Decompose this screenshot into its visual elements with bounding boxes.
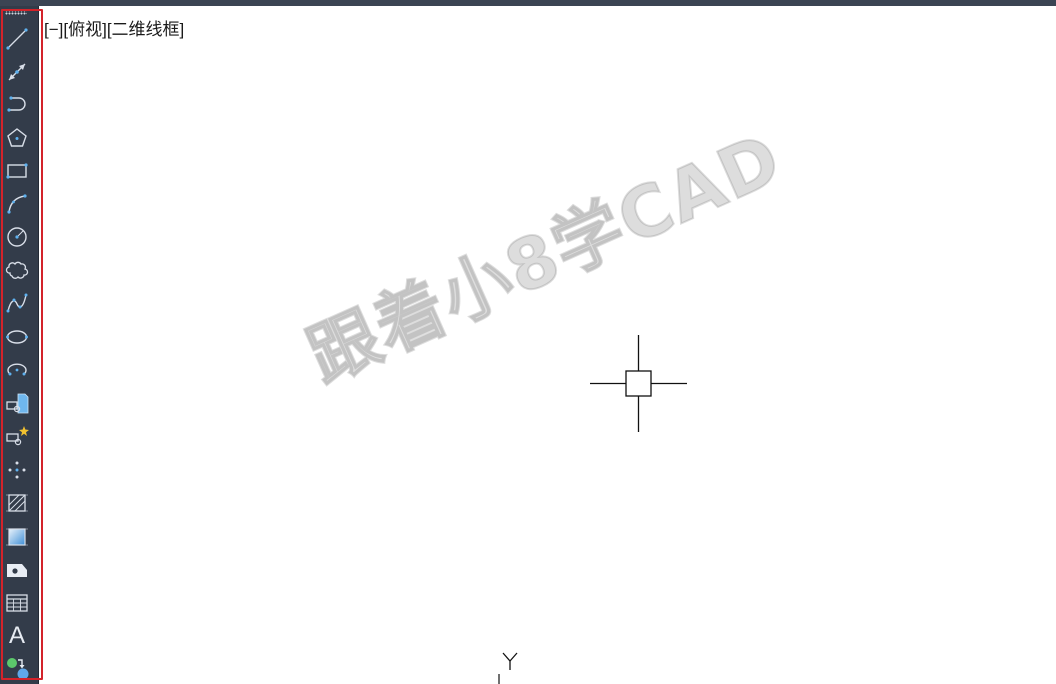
toolbar-grip-handle[interactable] <box>5 9 27 15</box>
hatch-tool-button[interactable] <box>4 490 30 516</box>
line-icon <box>6 28 28 50</box>
arc-icon <box>7 194 27 214</box>
rectangle-icon <box>6 163 28 179</box>
polyline-icon <box>7 96 26 112</box>
point-icon <box>8 461 26 479</box>
ucs-axis-icon <box>498 652 518 684</box>
construction-line-icon <box>8 63 26 81</box>
table-tool-button[interactable] <box>4 590 30 616</box>
crosshair-cursor <box>590 335 687 432</box>
point-tool-button[interactable] <box>4 457 30 483</box>
rectangle-tool-button[interactable] <box>4 158 30 184</box>
viewport-controls-label[interactable]: [−][俯视][二维线框] <box>44 15 184 40</box>
construction-line-tool-button[interactable] <box>4 59 30 85</box>
create-block-icon <box>6 426 29 446</box>
circle-icon <box>7 227 27 247</box>
add-selected-tool-button[interactable] <box>4 655 30 681</box>
insert-block-tool-button[interactable] <box>4 391 30 417</box>
text-icon: A <box>8 622 25 649</box>
ellipse-icon <box>6 330 28 344</box>
polygon-tool-button[interactable] <box>4 125 30 151</box>
ellipse-arc-icon <box>7 363 27 376</box>
insert-block-icon <box>6 393 29 414</box>
ellipse-tool-button[interactable] <box>4 324 30 350</box>
top-title-strip <box>0 0 1056 6</box>
gradient-tool-button[interactable] <box>4 524 30 550</box>
watermark-text: 跟着小8学CAD <box>295 116 795 400</box>
polygon-icon <box>7 128 27 147</box>
revision-cloud-icon <box>5 261 29 279</box>
line-tool-button[interactable] <box>4 26 30 52</box>
region-tool-button[interactable] <box>4 557 30 583</box>
draw-toolbar: A <box>0 6 39 684</box>
table-icon <box>6 594 28 612</box>
revision-cloud-tool-button[interactable] <box>4 257 30 283</box>
arc-tool-button[interactable] <box>4 191 30 217</box>
gradient-icon <box>6 528 28 546</box>
circle-tool-button[interactable] <box>4 224 30 250</box>
hatch-icon <box>6 494 28 512</box>
ellipse-arc-tool-button[interactable] <box>4 357 30 383</box>
multiline-text-tool-button[interactable]: A <box>4 623 30 649</box>
polyline-tool-button[interactable] <box>4 92 30 118</box>
region-icon <box>7 564 27 577</box>
spline-icon <box>6 293 28 313</box>
spline-tool-button[interactable] <box>4 290 30 316</box>
add-selected-icon <box>7 658 29 680</box>
create-block-tool-button[interactable] <box>4 424 30 450</box>
